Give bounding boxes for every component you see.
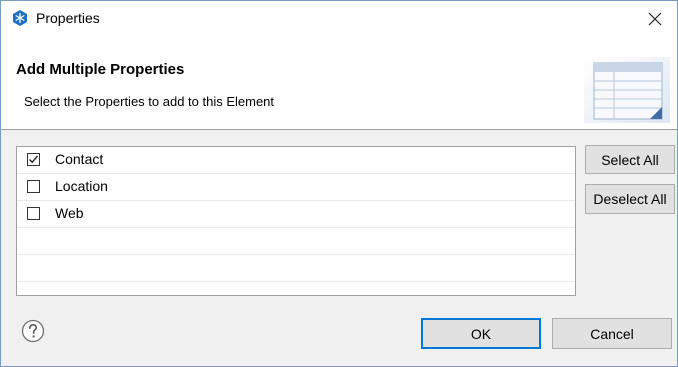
header-title: Add Multiple Properties bbox=[16, 61, 185, 78]
cancel-button[interactable]: Cancel bbox=[552, 318, 672, 349]
header-description: Select the Properties to add to this Ele… bbox=[24, 94, 275, 109]
checkbox-location[interactable] bbox=[27, 180, 40, 193]
properties-dialog: Properties Add Multiple Properties Selec… bbox=[0, 0, 678, 367]
empty-row bbox=[17, 228, 575, 255]
list-item-label: Location bbox=[55, 178, 108, 194]
deselect-all-button[interactable]: Deselect All bbox=[585, 184, 675, 214]
list-item-label: Web bbox=[55, 205, 84, 221]
help-icon[interactable] bbox=[21, 319, 45, 343]
checkbox-contact[interactable] bbox=[27, 153, 40, 166]
list-item[interactable]: Web bbox=[17, 201, 575, 228]
dialog-header: Add Multiple Properties Select the Prope… bbox=[1, 37, 677, 130]
close-icon bbox=[648, 6, 662, 32]
close-button[interactable] bbox=[633, 1, 677, 37]
list-item[interactable]: Contact bbox=[17, 147, 575, 174]
empty-row bbox=[17, 255, 575, 282]
list-item-label: Contact bbox=[55, 151, 104, 167]
checkbox-web[interactable] bbox=[27, 207, 40, 220]
select-all-button[interactable]: Select All bbox=[585, 145, 675, 174]
ok-button[interactable]: OK bbox=[421, 318, 541, 349]
table-icon bbox=[584, 57, 670, 123]
list-item[interactable]: Location bbox=[17, 174, 575, 201]
properties-list[interactable]: Contact Location Web bbox=[16, 146, 576, 296]
window-title: Properties bbox=[36, 10, 100, 26]
snowflake-app-icon bbox=[12, 10, 28, 26]
title-bar[interactable]: Properties bbox=[1, 1, 677, 37]
